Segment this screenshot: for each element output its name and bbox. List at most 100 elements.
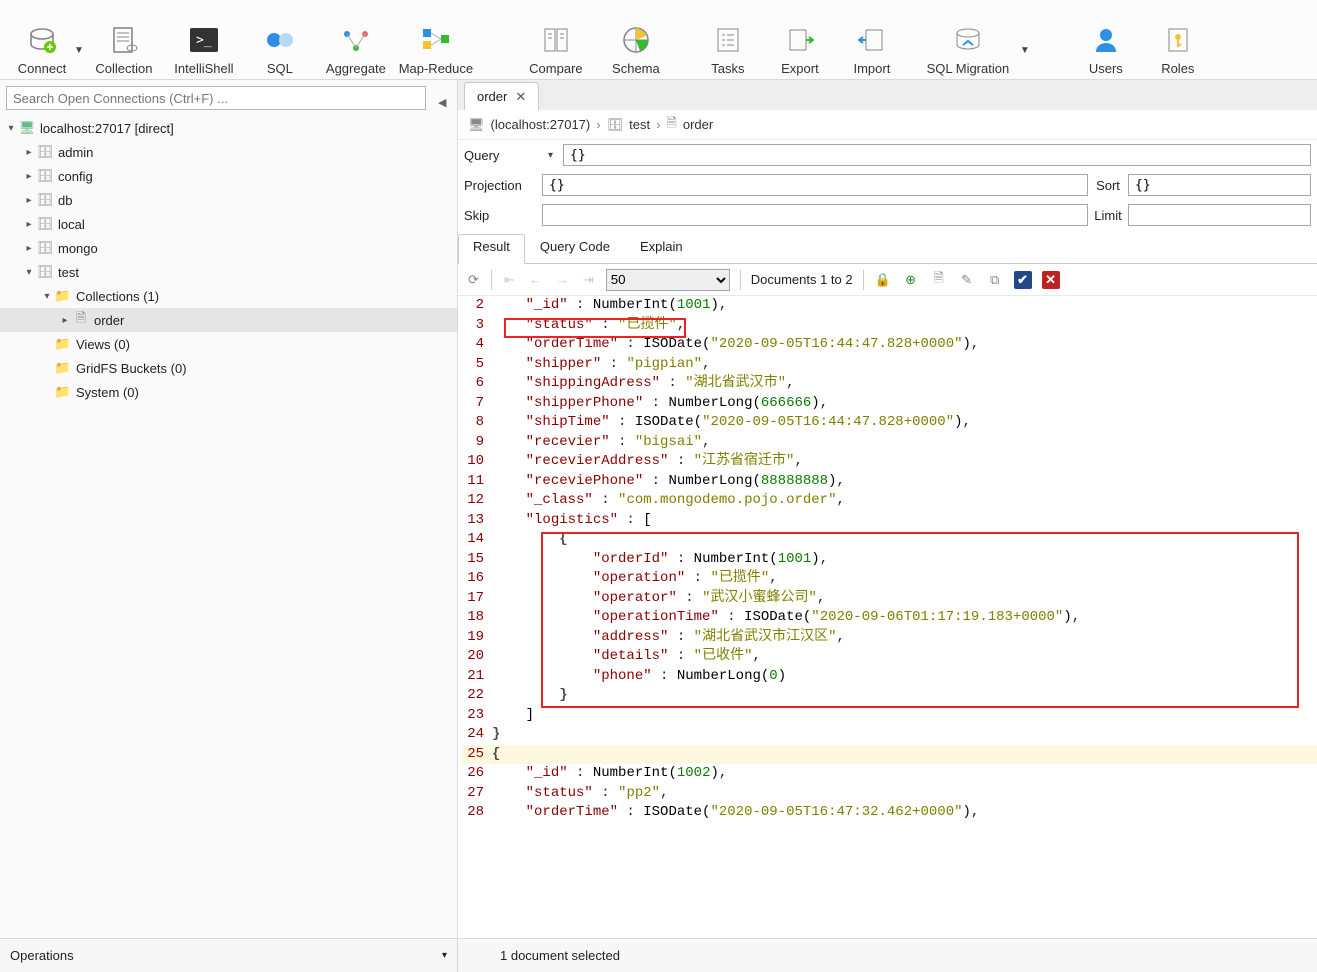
toolbar-label: Tasks — [711, 61, 744, 76]
find-icon[interactable]: ✔ — [1014, 271, 1032, 289]
tree-caret-icon[interactable]: ▾ — [22, 267, 36, 278]
tree-db-config[interactable]: ▸🗄config — [0, 164, 457, 188]
tree-system[interactable]: 📁 System (0) — [0, 380, 457, 404]
crumb-conn[interactable]: (localhost:27017) — [491, 117, 591, 132]
compare-button[interactable]: Compare — [516, 4, 596, 76]
tree-db-mongo[interactable]: ▸🗄mongo — [0, 236, 457, 260]
operations-panel-header[interactable]: Operations ▾ — [0, 939, 458, 972]
collection-button[interactable]: Collection — [84, 4, 164, 76]
intellishell-button[interactable]: >_IntelliShell — [164, 4, 244, 76]
mapreduce-button[interactable]: Map-Reduce — [396, 4, 476, 76]
tree-caret-icon[interactable]: ▸ — [22, 243, 36, 254]
skip-input[interactable] — [542, 204, 1088, 226]
tree-node-icon: 🗄 — [36, 144, 54, 160]
copy-doc-icon[interactable]: ⧉ — [986, 271, 1004, 289]
collection-icon: 🗎 — [666, 114, 676, 136]
dropdown-caret-icon[interactable]: ▼ — [1020, 45, 1030, 56]
intellishell-icon: >_ — [187, 23, 221, 57]
sql-icon — [263, 23, 297, 57]
tree-caret-icon[interactable]: ▸ — [22, 147, 36, 158]
projection-input[interactable] — [542, 174, 1088, 196]
dropdown-caret-icon[interactable]: ▼ — [74, 45, 84, 56]
tree-node-label: order — [94, 313, 124, 328]
skip-row: Skip Limit — [458, 200, 1317, 230]
next-page-icon[interactable]: → — [554, 272, 571, 287]
toolbar-label: Map-Reduce — [399, 61, 473, 76]
add-doc-icon[interactable]: ⊕ — [902, 271, 920, 289]
export-button[interactable]: Export — [764, 4, 836, 76]
code-line: 5 "shipper" : "pigpian", — [462, 355, 1317, 375]
tree-node-icon: 📁 — [54, 384, 72, 400]
query-dropdown-icon[interactable]: ▾ — [548, 150, 553, 161]
doc-range: Documents 1 to 2 — [751, 272, 853, 287]
tasks-button[interactable]: Tasks — [692, 4, 764, 76]
last-page-icon[interactable]: ⇥ — [581, 272, 596, 288]
crumb-coll[interactable]: order — [683, 117, 713, 132]
tree-node-icon: 🗄 — [36, 264, 54, 280]
tree-views[interactable]: 📁Views (0) — [0, 332, 457, 356]
sort-input[interactable] — [1128, 174, 1311, 196]
connections-panel: ◀ ▾🖥localhost:27017 [direct]▸🗄admin▸🗄con… — [0, 80, 458, 938]
tree-node-label: mongo — [58, 241, 98, 256]
tree-caret-icon[interactable]: ▸ — [58, 315, 72, 326]
users-button[interactable]: Users — [1070, 4, 1142, 76]
highlight-box — [541, 532, 1299, 708]
view-doc-icon[interactable]: 🗎 — [930, 271, 948, 289]
delete-doc-icon[interactable]: ✕ — [1042, 271, 1060, 289]
tree-caret-icon[interactable]: ▾ — [40, 291, 54, 302]
aggregate-button[interactable]: Aggregate — [316, 4, 396, 76]
toolbar-label: Export — [781, 61, 819, 76]
import-icon — [855, 23, 889, 57]
editor-panel: order ✕ 🖥 (localhost:27017) › 🗄 test › 🗎… — [458, 80, 1317, 938]
prev-page-icon[interactable]: ← — [527, 272, 544, 287]
connect-button[interactable]: Connect — [2, 4, 82, 76]
tree-caret-icon[interactable]: ▾ — [4, 123, 18, 134]
result-tabstrip: ResultQuery CodeExplain — [458, 234, 1317, 264]
tree-collections[interactable]: ▾📁 Collections (1) — [0, 284, 457, 308]
collection-icon — [107, 23, 141, 57]
tree-node-label: test — [58, 265, 79, 280]
code-line: 28 "orderTime" : ISODate("2020-09-05T16:… — [462, 803, 1317, 823]
lock-icon[interactable]: 🔒 — [874, 271, 892, 289]
query-input[interactable] — [563, 144, 1311, 166]
status-bar: Operations ▾ 1 document selected — [0, 938, 1317, 972]
page-size-select[interactable]: 50 — [606, 269, 730, 291]
tree-gridfs[interactable]: 📁GridFS Buckets (0) — [0, 356, 457, 380]
tree-collection-order[interactable]: ▸🗎 order — [0, 308, 457, 332]
tree-node-icon: 📁 — [54, 288, 72, 304]
tree-caret-icon[interactable]: ▸ — [22, 219, 36, 230]
tree-db-local[interactable]: ▸🗄local — [0, 212, 457, 236]
connection-tree: ▾🖥localhost:27017 [direct]▸🗄admin▸🗄confi… — [0, 116, 457, 938]
search-input[interactable] — [6, 86, 426, 110]
tree-node-label: System (0) — [76, 385, 139, 400]
toolbar-label: Aggregate — [326, 61, 386, 76]
code-line: 10 "recevierAddress" : "江苏省宿迁市", — [462, 452, 1317, 472]
tree-caret-icon[interactable]: ▸ — [22, 195, 36, 206]
crumb-db[interactable]: test — [629, 117, 650, 132]
tree-db-test[interactable]: ▾🗄 test — [0, 260, 457, 284]
result-tab-result[interactable]: Result — [458, 234, 525, 264]
first-page-icon[interactable]: ⇤ — [502, 272, 517, 288]
tree-caret-icon[interactable]: ▸ — [22, 171, 36, 182]
import-button[interactable]: Import — [836, 4, 908, 76]
tree-db-admin[interactable]: ▸🗄admin — [0, 140, 457, 164]
tree-connection[interactable]: ▾🖥localhost:27017 [direct] — [0, 116, 457, 140]
refresh-icon[interactable]: ⟳ — [466, 272, 481, 288]
tree-node-icon: 🗎 — [72, 309, 90, 331]
crumb-sep: › — [596, 117, 600, 132]
roles-button[interactable]: Roles — [1142, 4, 1214, 76]
result-tab-explain[interactable]: Explain — [625, 234, 698, 264]
result-tab-query-code[interactable]: Query Code — [525, 234, 625, 264]
limit-input[interactable] — [1128, 204, 1311, 226]
close-tab-icon[interactable]: ✕ — [515, 89, 526, 105]
sql-button[interactable]: SQL — [244, 4, 316, 76]
edit-doc-icon[interactable]: ✎ — [958, 271, 976, 289]
sqlmigration-button[interactable]: SQL Migration — [908, 4, 1028, 76]
code-line: 27 "status" : "pp2", — [462, 784, 1317, 804]
json-result-view[interactable]: 2 "_id" : NumberInt(1001),3 "status" : "… — [458, 296, 1317, 938]
collapse-left-icon[interactable]: ◀ — [438, 96, 446, 109]
tab-order[interactable]: order ✕ — [464, 82, 539, 110]
tree-node-label: Collections (1) — [76, 289, 159, 304]
schema-button[interactable]: Schema — [596, 4, 676, 76]
tree-db-db[interactable]: ▸🗄db — [0, 188, 457, 212]
